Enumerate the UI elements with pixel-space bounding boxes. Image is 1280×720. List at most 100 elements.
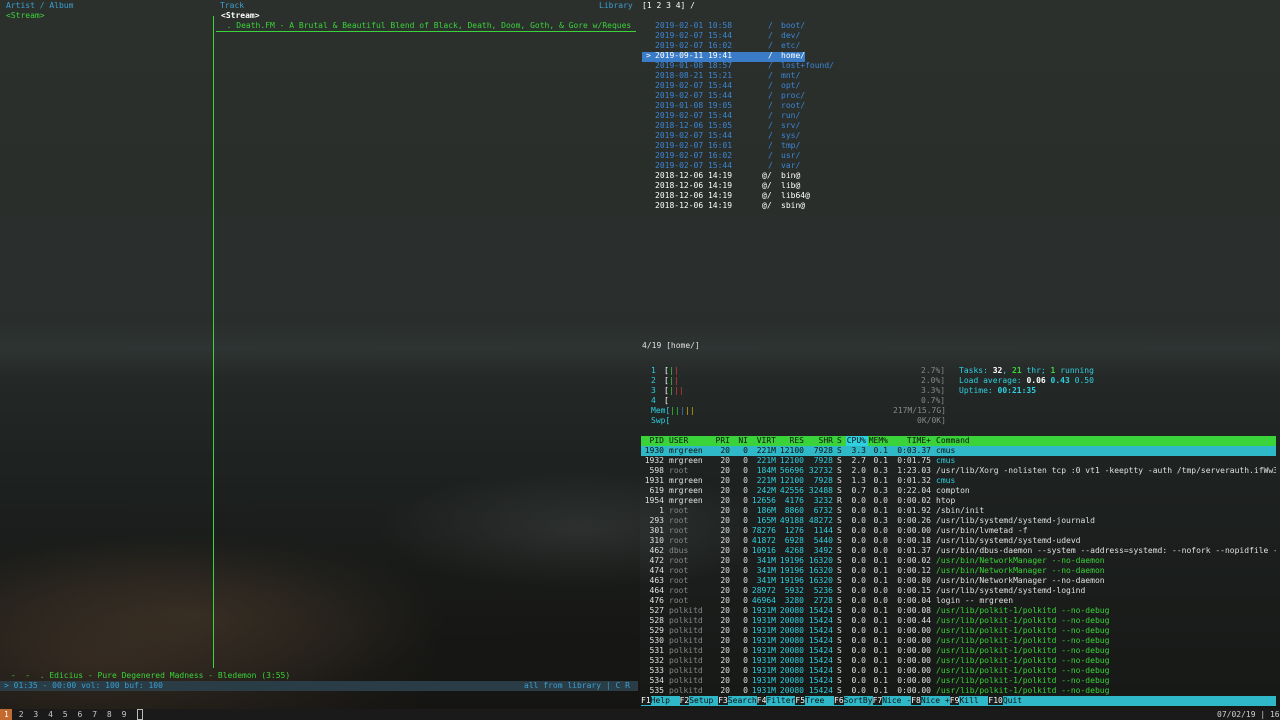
ranger-row-type: /: [768, 101, 773, 110]
workspace-7[interactable]: 7: [92, 710, 97, 720]
htop-cell-user: polkitd: [669, 636, 703, 645]
htop-cell-shr: 5236: [813, 586, 833, 595]
ranger-row-name: lib@: [781, 181, 801, 190]
layout-indicator-icon[interactable]: [137, 709, 143, 720]
htop-cell-shr: 3492: [813, 546, 833, 555]
htop-cell-pri: 20: [720, 596, 730, 605]
htop-cell-pri: 20: [720, 476, 730, 485]
htop-fkey-f1[interactable]: F1Help: [641, 696, 680, 706]
htop-cell-time: 1:23.03: [897, 466, 931, 475]
htop-fkey-f6[interactable]: F6SortBy: [834, 696, 873, 706]
htop-mem-bar: ||: [670, 406, 680, 415]
ranger-row-type: /: [768, 41, 773, 50]
htop-fkey-number: F1: [641, 696, 651, 705]
htop-fkey-f9[interactable]: F9Kill: [949, 696, 989, 706]
htop-cell-mem: 0.0: [873, 596, 888, 605]
htop-cell-s: S: [837, 506, 842, 515]
htop-cell-res: 19196: [779, 566, 804, 575]
htop-cpu-percent: 2.7%]: [921, 366, 946, 375]
htop-cell-cmd: compton: [936, 486, 970, 495]
htop-fkey-f8[interactable]: F8Nice +: [911, 696, 950, 706]
htop-threads-count: 21: [1012, 366, 1022, 375]
htop-header-virt: VIRT: [756, 436, 776, 445]
htop-fkey-f2[interactable]: F2Setup: [679, 696, 719, 706]
htop-fkey-f10[interactable]: F10Quit: [988, 696, 1022, 706]
workspace-8[interactable]: 8: [107, 710, 112, 720]
ranger-row-date: 2019-02-07 15:44: [655, 91, 733, 100]
workspace-5[interactable]: 5: [63, 710, 68, 720]
htop-cell-res: 6928: [784, 536, 804, 545]
workspace-4[interactable]: 4: [48, 710, 53, 720]
htop-cell-mem: 0.0: [873, 526, 888, 535]
htop-cell-time: 0:01.75: [897, 456, 931, 465]
htop-cell-ni: 0: [743, 666, 748, 675]
cmus-artist-stream[interactable]: <Stream>: [6, 11, 45, 21]
htop-cell-pid: 474: [649, 566, 664, 575]
htop-cell-virt: 184M: [756, 466, 776, 475]
workspace-9[interactable]: 9: [122, 710, 127, 720]
htop-cell-ni: 0: [743, 686, 748, 695]
htop-header-user: USER: [669, 436, 689, 445]
htop-cell-pri: 20: [720, 486, 730, 495]
htop-cell-pri: 20: [720, 656, 730, 665]
htop-cell-user: polkitd: [669, 646, 703, 655]
htop-cell-pri: 20: [720, 556, 730, 565]
htop-cell-shr: 15424: [808, 676, 833, 685]
ranger-tabs[interactable]: [1 2 3 4] /: [642, 1, 695, 11]
htop-fkey-f4[interactable]: F4Filter: [756, 696, 795, 706]
ranger-row-name: sys/: [781, 131, 801, 140]
htop-thr-label: thr;: [1021, 366, 1051, 375]
htop-cell-virt: 186M: [756, 506, 776, 515]
workspace-1[interactable]: 1: [4, 710, 9, 720]
htop-cell-res: 4268: [784, 546, 804, 555]
htop-cell-cmd: /usr/lib/Xorg -nolisten tcp :0 vt1 -keep…: [936, 466, 1276, 475]
cmus-track-row[interactable]: . Death.FM - A Brutal & Beautiful Blend …: [217, 21, 632, 31]
htop-cell-s: R: [837, 496, 842, 505]
htop-fkey-f3[interactable]: F3Search: [718, 696, 757, 706]
htop-cell-user: root: [669, 586, 689, 595]
workspace-6[interactable]: 6: [78, 710, 83, 720]
htop-cell-pid: 598: [649, 466, 664, 475]
htop-fkey-f7[interactable]: F7Nice -: [872, 696, 911, 706]
htop-cell-ni: 0: [743, 446, 748, 455]
htop-cell-pid: 533: [649, 666, 664, 675]
htop-load-label: Load average:: [959, 376, 1027, 385]
htop-fkey-number: F4: [756, 696, 767, 705]
htop-cell-pid: 293: [649, 516, 664, 525]
htop-cell-virt: 1931M: [751, 676, 776, 685]
htop-cell-res: 20080: [779, 676, 804, 685]
cmus-header-track: Track: [220, 1, 245, 10]
htop-cell-shr: 32488: [808, 486, 833, 495]
ranger-row-date: 2019-02-07 15:44: [655, 31, 733, 40]
htop-cell-time: 0:00.00: [897, 646, 931, 655]
htop-cell-res: 20080: [779, 616, 804, 625]
htop-fkey-f5[interactable]: F5Tree: [795, 696, 834, 706]
workspace-2[interactable]: 2: [19, 710, 24, 720]
htop-cell-shr: 15424: [808, 636, 833, 645]
htop-cell-virt: 12656: [751, 496, 776, 505]
htop-cell-pid: 535: [649, 686, 664, 695]
cmus-track-stream-header: <Stream>: [221, 11, 260, 20]
htop-cell-ni: 0: [743, 636, 748, 645]
htop-cell-user: root: [669, 556, 689, 565]
htop-cell-s: S: [837, 596, 842, 605]
htop-cell-cpu: 0.0: [851, 506, 866, 515]
htop-cell-shr: 7928: [813, 456, 833, 465]
htop-cell-ni: 0: [743, 506, 748, 515]
htop-header-pid: PID: [649, 436, 664, 445]
htop-cell-virt: 341M: [756, 566, 776, 575]
htop-cell-mem: 0.0: [873, 496, 888, 505]
cmus-header-artist: Artist / Album: [6, 1, 74, 10]
ranger-row-type: /: [768, 81, 773, 90]
htop-cell-res: 3280: [784, 596, 804, 605]
workspace-3[interactable]: 3: [33, 710, 38, 720]
htop-cell-res: 12100: [779, 456, 804, 465]
htop-header-ni: NI: [738, 436, 748, 445]
htop-cell-shr: 32732: [808, 466, 833, 475]
htop-cell-pid: 534: [649, 676, 664, 685]
htop-cell-shr: 15424: [808, 646, 833, 655]
htop-cell-pid: 463: [649, 576, 664, 585]
htop-cell-shr: 15424: [808, 626, 833, 635]
htop-cell-cmd: /usr/bin/NetworkManager --no-daemon: [936, 566, 1105, 575]
htop-cell-ni: 0: [743, 656, 748, 665]
